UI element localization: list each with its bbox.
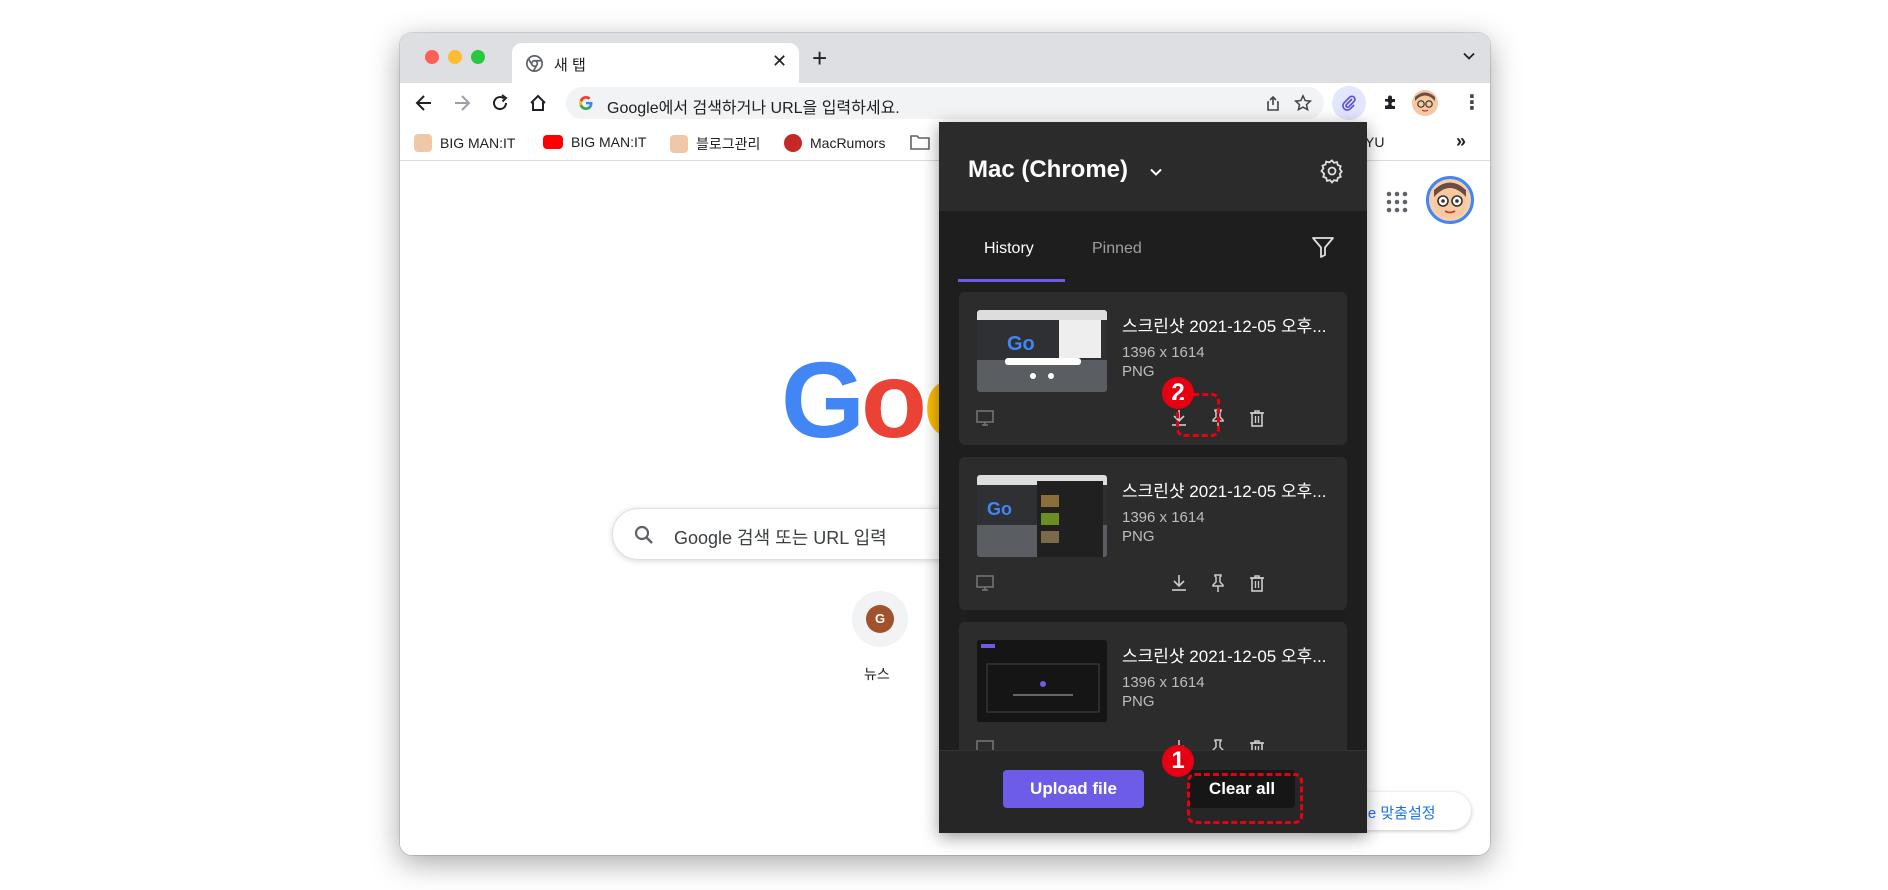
bookmark-item[interactable]: 블로그관리	[670, 134, 760, 154]
item-title: 스크린샷 2021-12-05 오후...	[1122, 647, 1327, 666]
panel-header: Mac (Chrome)	[939, 122, 1367, 211]
google-account-avatar[interactable]	[1426, 176, 1474, 224]
annotation-highlight	[1176, 393, 1220, 437]
annotation-highlight	[1187, 773, 1303, 824]
bookmark-item-partial[interactable]: YU	[1365, 134, 1384, 150]
thumbnail-image	[977, 640, 1107, 722]
clipboard-extension-button[interactable]	[1332, 86, 1366, 120]
logo-letter: o	[861, 339, 927, 460]
panel-tabs: History Pinned	[939, 211, 1367, 283]
bookmark-item[interactable]: BIG MAN:IT	[414, 134, 515, 152]
tab-pinned[interactable]: Pinned	[1092, 240, 1142, 258]
device-selector[interactable]: Mac (Chrome)	[968, 156, 1128, 184]
list-item[interactable]: Go 스크린샷 2021-12-05 오후... 1396 x 1614 PNG	[959, 457, 1347, 610]
item-type: PNG	[1122, 693, 1155, 710]
download-icon[interactable]	[1169, 573, 1189, 593]
upload-file-button[interactable]: Upload file	[1003, 770, 1144, 808]
desktop-icon	[976, 740, 994, 750]
item-title: 스크린샷 2021-12-05 오후...	[1122, 317, 1327, 336]
reload-icon[interactable]	[490, 93, 510, 113]
gear-icon[interactable]	[1319, 158, 1345, 184]
item-type: PNG	[1122, 528, 1155, 545]
tab-strip: 새 탭 ✕ +	[400, 33, 1490, 83]
memoji-icon	[414, 134, 432, 152]
bookmark-item[interactable]: BIG MAN:IT	[543, 134, 646, 150]
svg-text:Go: Go	[987, 499, 1012, 519]
profile-avatar[interactable]	[1412, 90, 1438, 116]
item-type: PNG	[1122, 363, 1155, 380]
chevron-down-icon[interactable]	[1148, 164, 1164, 180]
shortcut-tile-news[interactable]: G	[852, 591, 908, 647]
annotation-marker: 1	[1162, 745, 1194, 777]
bookmark-star-icon[interactable]	[1294, 94, 1312, 112]
desktop-icon	[976, 410, 994, 426]
memoji-face-icon	[1434, 182, 1466, 218]
browser-window: 새 탭 ✕ + Google에서 검색하거나 URL을 입력하세요. ⋮ BIG…	[400, 33, 1490, 855]
screenshot-thumbnail[interactable]: Go	[977, 310, 1107, 392]
google-apps-icon[interactable]	[1385, 190, 1409, 214]
tab-history[interactable]: History	[984, 240, 1034, 258]
tab-title: 새 탭	[554, 57, 586, 74]
menu-kebab-icon[interactable]: ⋮	[1462, 93, 1482, 113]
new-tab-button[interactable]: +	[812, 45, 827, 71]
svg-text:Go: Go	[1007, 333, 1035, 355]
memoji-icon	[670, 135, 688, 153]
tab-new-tab[interactable]: 새 탭 ✕	[512, 43, 799, 83]
folder-icon[interactable]	[910, 134, 930, 150]
tab-search-chevron-icon[interactable]	[1462, 49, 1476, 63]
clipboard-extension-panel: Mac (Chrome) History Pinned Go 스크린샷 2021…	[939, 122, 1367, 833]
thumbnail-image: Go	[977, 310, 1107, 392]
close-tab-icon[interactable]: ✕	[772, 51, 787, 72]
active-tab-indicator	[958, 279, 1065, 282]
macrumors-apple-icon	[784, 134, 802, 152]
paperclip-icon	[1342, 95, 1356, 111]
search-placeholder: Google 검색 또는 URL 입력	[674, 528, 887, 548]
address-bar[interactable]: Google에서 검색하거나 URL을 입력하세요.	[566, 87, 1324, 119]
history-list: Go 스크린샷 2021-12-05 오후... 1396 x 1614 PNG	[939, 283, 1367, 750]
filter-icon[interactable]	[1311, 235, 1335, 259]
home-icon[interactable]	[528, 93, 548, 113]
list-item[interactable]: Go 스크린샷 2021-12-05 오후... 1396 x 1614 PNG	[959, 292, 1347, 445]
desktop-icon	[976, 575, 994, 591]
search-icon	[634, 525, 653, 544]
list-item[interactable]: 스크린샷 2021-12-05 오후... 1396 x 1614 PNG	[959, 622, 1347, 750]
screenshot-thumbnail[interactable]	[977, 640, 1107, 722]
item-dimensions: 1396 x 1614	[1122, 509, 1205, 526]
delete-icon[interactable]	[1247, 573, 1267, 593]
address-text: Google에서 검색하거나 URL을 입력하세요.	[607, 100, 900, 117]
zoom-window-button[interactable]	[471, 50, 485, 64]
item-title: 스크린샷 2021-12-05 오후...	[1122, 482, 1327, 501]
extensions-puzzle-icon[interactable]	[1381, 93, 1401, 113]
google-g-icon	[579, 96, 593, 110]
delete-icon[interactable]	[1247, 738, 1267, 750]
item-dimensions: 1396 x 1614	[1122, 344, 1205, 361]
logo-letter: G	[781, 339, 865, 460]
share-icon[interactable]	[1264, 94, 1282, 112]
item-dimensions: 1396 x 1614	[1122, 674, 1205, 691]
shortcut-favicon: G	[866, 605, 894, 633]
minimize-window-button[interactable]	[448, 50, 462, 64]
shortcut-label: 뉴스	[864, 666, 890, 682]
screenshot-thumbnail[interactable]: Go	[977, 475, 1107, 557]
thumbnail-image: Go	[977, 475, 1107, 557]
close-window-button[interactable]	[425, 50, 439, 64]
toolbar: Google에서 검색하거나 URL을 입력하세요. ⋮	[400, 83, 1490, 123]
back-icon[interactable]	[414, 93, 434, 113]
bookmark-item[interactable]: MacRumors	[784, 134, 885, 152]
chrome-icon	[526, 55, 543, 72]
pin-icon[interactable]	[1208, 738, 1228, 750]
memoji-face-icon	[1415, 92, 1435, 114]
bookmarks-overflow-button[interactable]: »	[1456, 131, 1466, 152]
delete-icon[interactable]	[1247, 408, 1267, 428]
youtube-icon	[543, 135, 563, 149]
pin-icon[interactable]	[1208, 573, 1228, 593]
forward-icon[interactable]	[452, 93, 472, 113]
